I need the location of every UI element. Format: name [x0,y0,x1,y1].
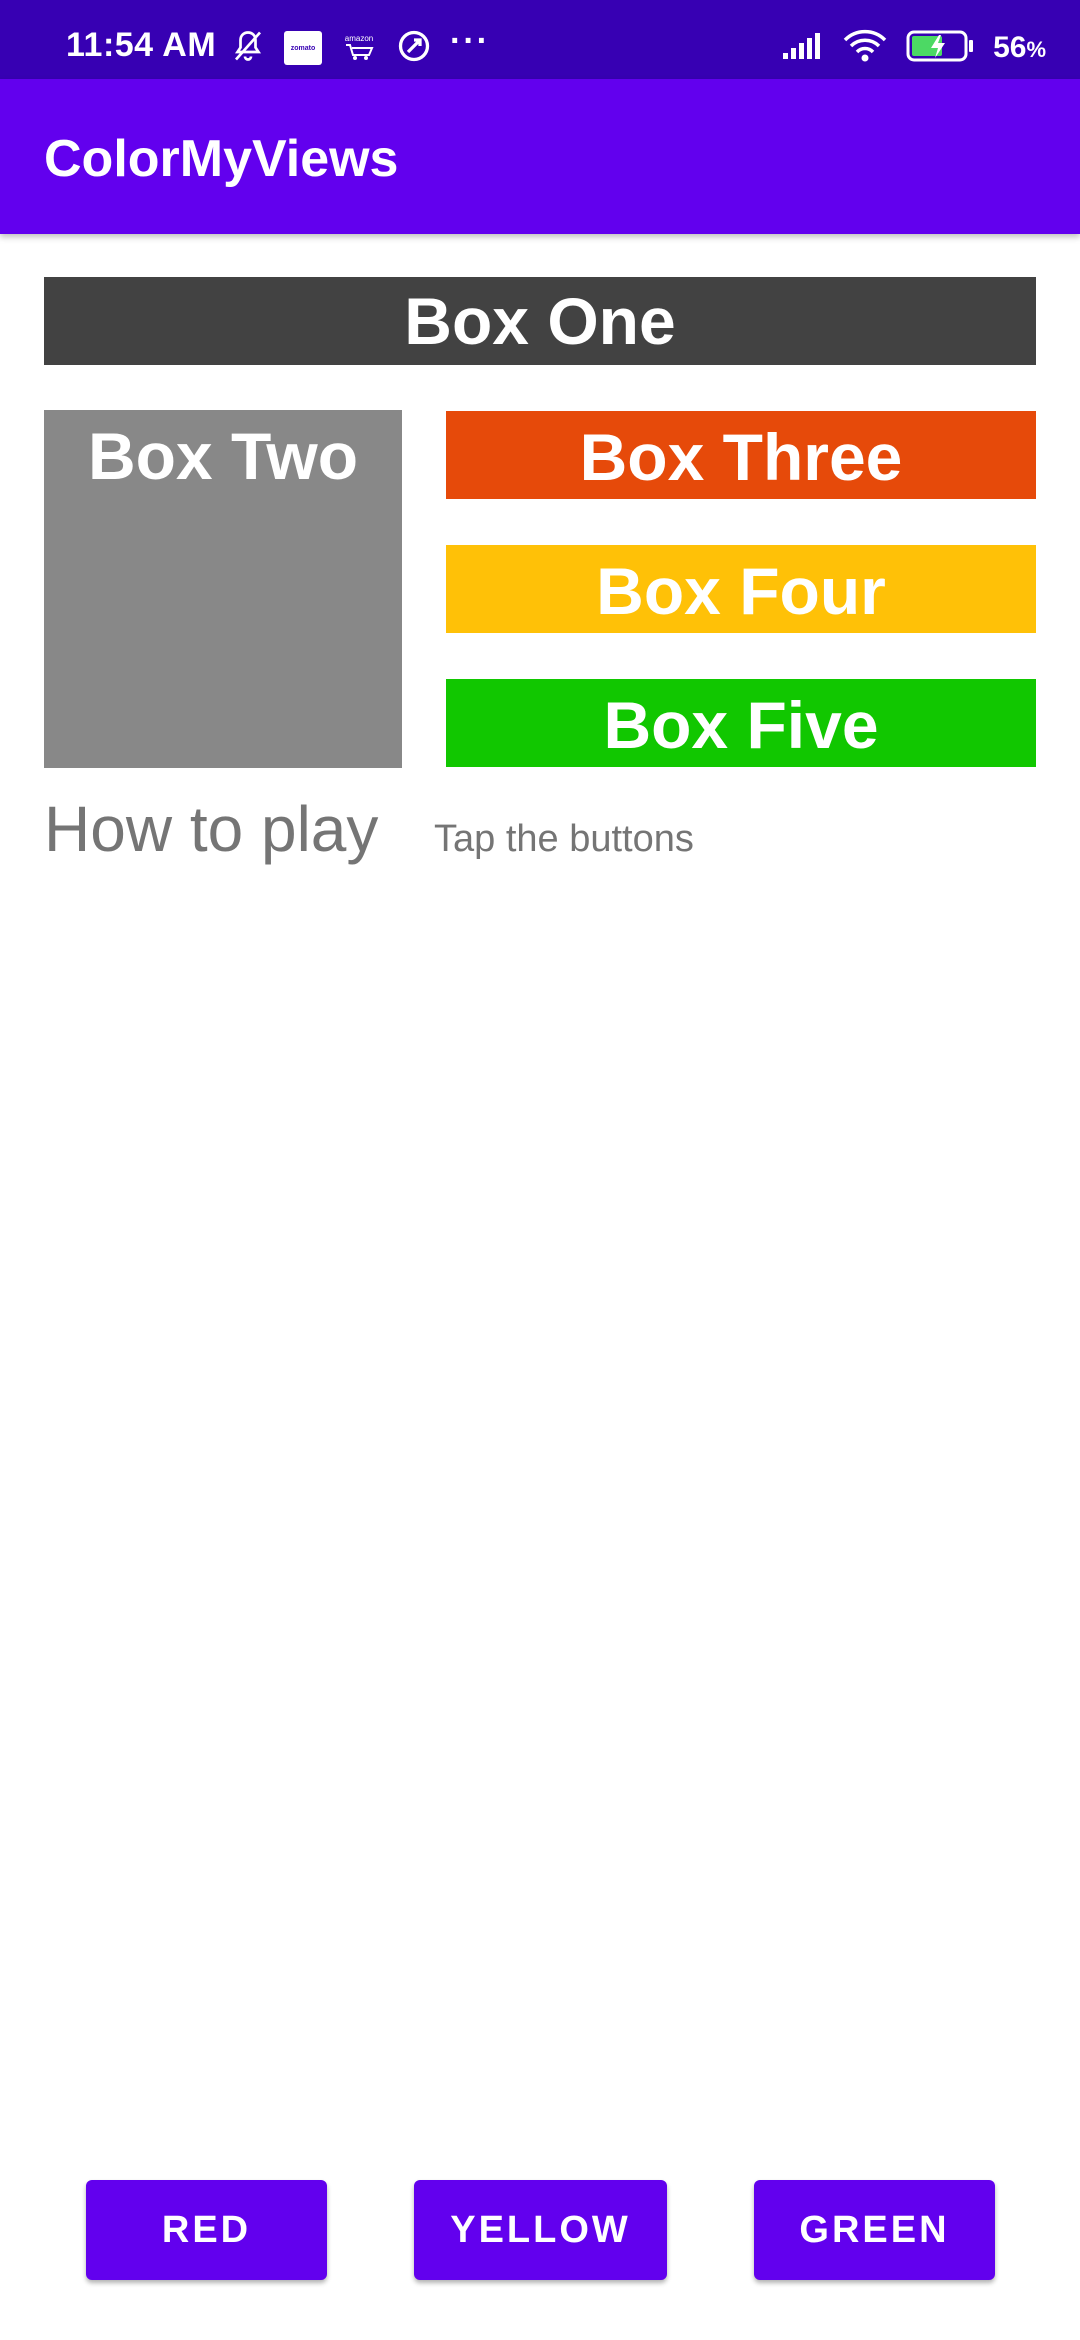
zomato-app-icon: zomato [284,31,322,65]
battery-charging-icon [905,29,975,68]
how-to-play-label: How to play [44,793,379,865]
red-button[interactable]: RED [86,2180,327,2280]
app-bar: ColorMyViews [0,79,1080,234]
app-title: ColorMyViews [44,130,399,188]
vpn-icon [396,28,432,69]
box-five[interactable]: Box Five [446,679,1036,767]
signal-icon [781,31,825,66]
tap-buttons-text: Tap the buttons [434,818,694,860]
system-icons: 56% [781,26,1046,70]
notification-icons: zomato amazon ··· [230,22,490,70]
battery-percent-unit: % [1026,37,1046,62]
battery-percent-value: 56 [993,31,1027,64]
status-bar: 11:54 AM zomato amazon ··· 56% [0,0,1080,79]
box-one[interactable]: Box One [44,277,1036,365]
box-three[interactable]: Box Three [446,411,1036,499]
status-time: 11:54 AM [66,26,217,64]
yellow-button[interactable]: YELLOW [414,2180,667,2280]
box-four[interactable]: Box Four [446,545,1036,633]
more-dots-icon: ··· [450,22,490,60]
green-button[interactable]: GREEN [754,2180,995,2280]
box-two[interactable]: Box Two [44,410,402,768]
wifi-icon [843,29,887,68]
battery-percent: 56% [993,31,1046,65]
mute-bell-icon [230,28,266,69]
amazon-app-icon: amazon [340,31,378,65]
amazon-label: amazon [344,34,374,43]
